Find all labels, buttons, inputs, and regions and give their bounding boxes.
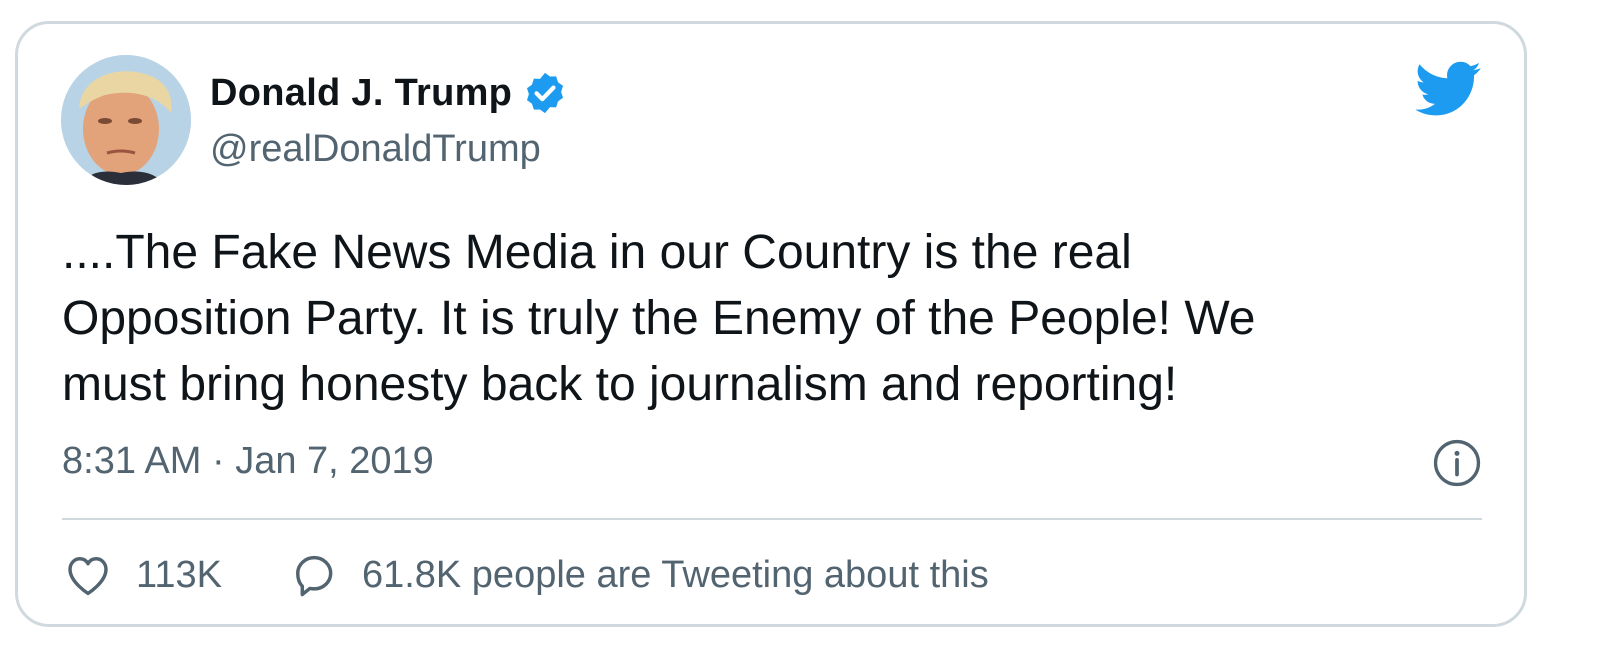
like-button[interactable]: 113K [62, 549, 222, 601]
avatar[interactable] [61, 55, 191, 185]
author-name-row: Donald J. Trump [210, 70, 568, 116]
author-name[interactable]: Donald J. Trump [210, 72, 512, 115]
tweet-actions: 113K 61.8K people are Tweeting about thi… [62, 548, 989, 602]
like-count: 113K [136, 553, 222, 596]
tweet-timestamp[interactable]: 8:31 AM · Jan 7, 2019 [62, 440, 434, 483]
author-handle[interactable]: @realDonaldTrump [210, 128, 541, 171]
twitter-bird-icon[interactable] [1416, 61, 1482, 117]
info-icon[interactable] [1432, 438, 1482, 488]
tweet-card[interactable]: Donald J. Trump @realDonaldTrump ....The… [15, 21, 1527, 627]
verified-badge-icon [527, 72, 564, 114]
reply-button[interactable]: 61.8K people are Tweeting about this [288, 549, 989, 601]
divider [62, 518, 1482, 520]
speech-bubble-icon [295, 555, 333, 597]
heart-icon [68, 557, 108, 596]
reply-label: 61.8K people are Tweeting about this [361, 553, 989, 596]
tweet-text: ....The Fake News Media in our Country i… [62, 226, 1256, 411]
